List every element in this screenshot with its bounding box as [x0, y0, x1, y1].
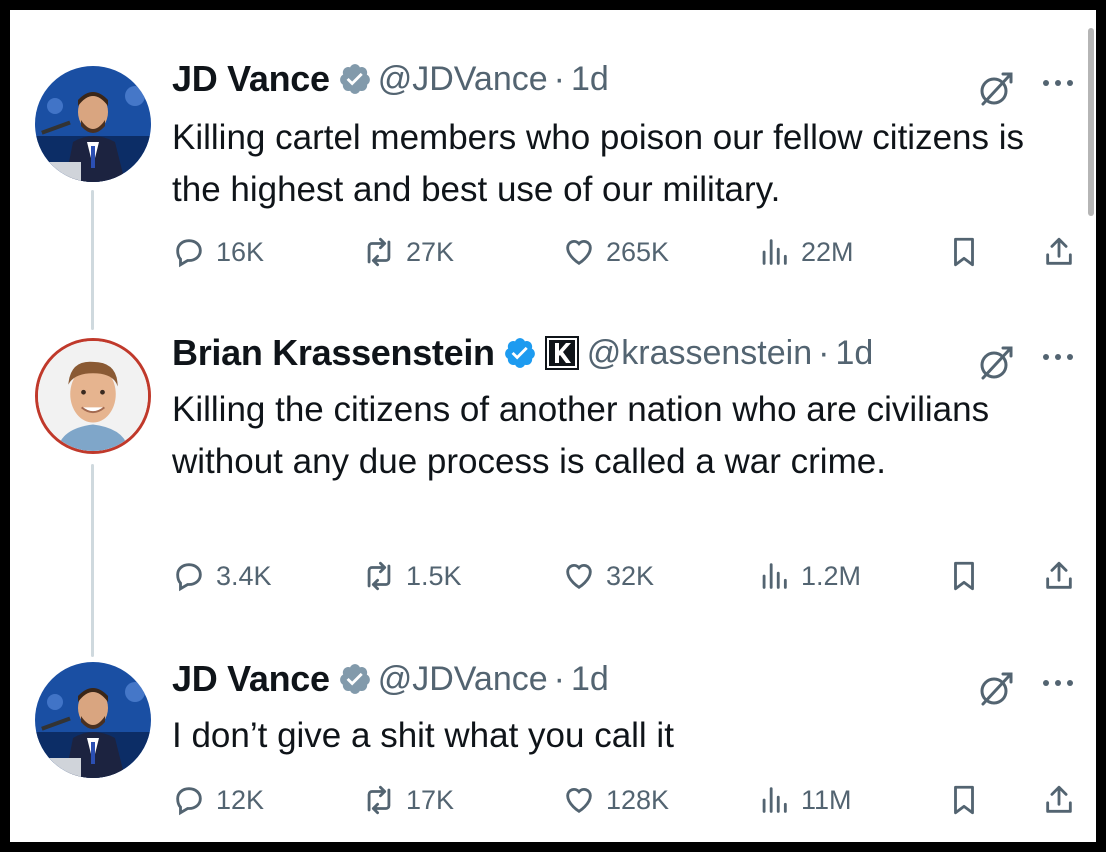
thread-panel: JD Vance @JDVance · 1d Killing cartel me… [10, 10, 1096, 842]
timestamp[interactable]: 1d [571, 60, 609, 99]
more-options-icon[interactable] [1040, 350, 1076, 364]
views-count: 11M [801, 784, 852, 815]
share-button[interactable] [1042, 780, 1076, 820]
avatar[interactable] [35, 66, 151, 182]
reply-button[interactable]: 3.4K [172, 556, 272, 596]
author-name[interactable]: JD Vance [172, 58, 330, 100]
author-name[interactable]: Brian Krassenstein [172, 332, 495, 374]
verified-badge-icon [338, 62, 372, 96]
repost-button[interactable]: 27K [362, 232, 454, 272]
like-button[interactable]: 128K [562, 780, 669, 820]
tweet-text: Killing cartel members who poison our fe… [172, 118, 1025, 209]
separator-dot: · [553, 659, 565, 698]
grok-icon[interactable] [975, 70, 1015, 110]
timestamp[interactable]: 1d [571, 660, 609, 699]
share-icon [1042, 559, 1076, 593]
tweet-text: Killing the citizens of another nation w… [172, 390, 990, 481]
repost-button[interactable]: 1.5K [362, 556, 462, 596]
reply-icon [172, 235, 206, 269]
scrollbar[interactable] [1088, 28, 1094, 216]
views-icon [757, 235, 791, 269]
repost-count: 17K [406, 784, 455, 815]
repost-icon [362, 235, 396, 269]
repost-count: 1.5K [406, 560, 462, 591]
bookmark-icon [947, 783, 981, 817]
views-count: 1.2M [801, 560, 862, 591]
avatar[interactable] [35, 662, 151, 778]
tweet-header: JD Vance @JDVance · 1d [172, 656, 609, 702]
share-icon [1042, 235, 1076, 269]
tweet-header: Brian Krassenstein @krassenstein · 1d [172, 330, 873, 376]
more-options-icon[interactable] [1040, 76, 1076, 90]
like-count: 128K [606, 784, 670, 815]
like-icon [562, 235, 596, 269]
repost-count: 27K [406, 236, 455, 267]
like-icon [562, 783, 596, 817]
share-icon [1042, 783, 1076, 817]
bookmark-button[interactable] [947, 556, 981, 596]
views-button[interactable]: 11M [757, 780, 852, 820]
views-count: 22M [801, 236, 854, 267]
like-icon [562, 559, 596, 593]
reply-count: 12K [216, 784, 265, 815]
bookmark-button[interactable] [947, 780, 981, 820]
like-button[interactable]: 265K [562, 232, 669, 272]
separator-dot: · [818, 333, 830, 372]
reply-count: 16K [216, 236, 265, 267]
repost-icon [362, 783, 396, 817]
reply-icon [172, 559, 206, 593]
author-handle[interactable]: @JDVance [378, 60, 548, 99]
views-icon [757, 559, 791, 593]
reply-icon [172, 783, 206, 817]
grok-icon[interactable] [975, 344, 1015, 384]
action-bar: 12K 17K 128K 11M [172, 780, 1082, 820]
views-icon [757, 783, 791, 817]
views-button[interactable]: 22M [757, 232, 854, 272]
grok-icon[interactable] [975, 670, 1015, 710]
tweet-header: JD Vance @JDVance · 1d [172, 56, 609, 102]
bookmark-icon [947, 559, 981, 593]
timestamp[interactable]: 1d [835, 334, 873, 373]
reply-button[interactable]: 16K [172, 232, 264, 272]
like-count: 32K [606, 560, 655, 591]
avatar[interactable] [35, 338, 151, 454]
reply-count: 3.4K [216, 560, 272, 591]
like-button[interactable]: 32K [562, 556, 654, 596]
separator-dot: · [553, 59, 565, 98]
views-button[interactable]: 1.2M [757, 556, 861, 596]
tweet-text: I don’t give a shit what you call it [172, 716, 674, 755]
bookmark-icon [947, 235, 981, 269]
author-handle[interactable]: @krassenstein [587, 334, 812, 373]
affiliation-badge-icon[interactable] [544, 336, 579, 370]
action-bar: 16K 27K 265K 22M [172, 232, 1082, 272]
bookmark-button[interactable] [947, 232, 981, 272]
thread-connector [91, 464, 94, 657]
action-bar: 3.4K 1.5K 32K 1.2M [172, 556, 1082, 596]
author-name[interactable]: JD Vance [172, 658, 330, 700]
repost-button[interactable]: 17K [362, 780, 454, 820]
verified-badge-icon [338, 662, 372, 696]
author-handle[interactable]: @JDVance [378, 660, 548, 699]
reply-button[interactable]: 12K [172, 780, 264, 820]
verified-badge-icon [503, 336, 537, 370]
repost-icon [362, 559, 396, 593]
thread-connector [91, 190, 94, 330]
more-options-icon[interactable] [1040, 676, 1076, 690]
like-count: 265K [606, 236, 670, 267]
share-button[interactable] [1042, 232, 1076, 272]
share-button[interactable] [1042, 556, 1076, 596]
